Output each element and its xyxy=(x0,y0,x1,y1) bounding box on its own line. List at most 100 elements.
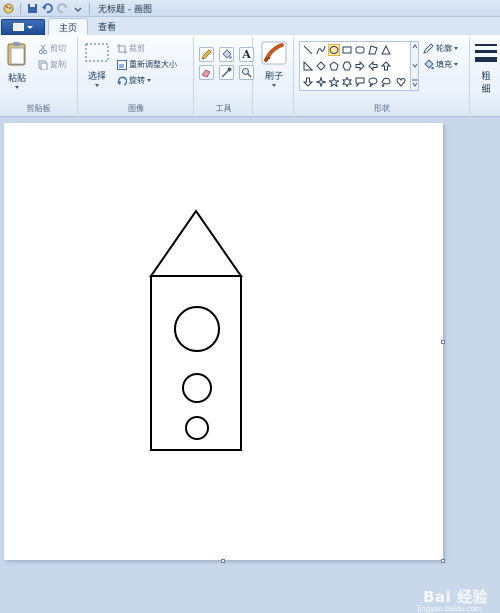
fill-button[interactable]: 填充 xyxy=(423,59,458,70)
paste-button[interactable]: 粘贴 xyxy=(6,41,28,89)
hexagon-shape-icon[interactable] xyxy=(341,60,353,72)
right-triangle-shape-icon[interactable] xyxy=(302,60,314,72)
polygon-shape-icon[interactable] xyxy=(367,44,379,56)
rocket-drawing xyxy=(149,209,243,451)
image-group: 选择 裁剪 重新调整大小 旋转 图像 xyxy=(79,37,194,115)
brushes-button[interactable]: 刷子 xyxy=(261,41,287,87)
fill-bucket-icon xyxy=(424,59,434,70)
brushes-group: 刷子 xyxy=(254,37,294,115)
roof-triangle xyxy=(149,209,243,277)
text-tool-glyph: A xyxy=(242,48,251,61)
paste-label: 粘贴 xyxy=(7,74,26,84)
small-circle xyxy=(185,416,209,440)
brushes-label: 刷子 xyxy=(264,72,283,82)
copy-button[interactable]: 复制 xyxy=(38,59,66,70)
cloud-callout-shape-icon[interactable] xyxy=(380,76,392,88)
separator xyxy=(89,2,90,14)
shapes-gallery xyxy=(299,41,411,91)
outline-label: 轮廓 xyxy=(436,44,452,53)
text-tool-icon[interactable]: A xyxy=(239,47,254,62)
separator xyxy=(20,2,21,14)
redo-icon[interactable] xyxy=(57,2,68,14)
pentagon-shape-icon[interactable] xyxy=(328,60,340,72)
rectangle-shape-icon[interactable] xyxy=(341,44,353,56)
oval-callout-shape-icon[interactable] xyxy=(367,76,379,88)
size-label-line1: 粗 xyxy=(481,72,491,82)
chevron-down-icon xyxy=(454,47,458,50)
file-menu-icon xyxy=(13,23,24,31)
copy-label: 复制 xyxy=(50,60,66,69)
resize-handle-corner[interactable] xyxy=(441,559,445,563)
rotate-label: 旋转 xyxy=(129,76,145,85)
curve-shape-icon[interactable] xyxy=(315,44,327,56)
cut-label: 剪切 xyxy=(50,44,66,53)
canvas-workspace: Bai 经验 jingyan.baidu.com xyxy=(0,117,500,613)
color-picker-icon[interactable] xyxy=(219,65,234,80)
scissors-icon xyxy=(38,44,48,54)
title-bar: 无标题 - 画图 xyxy=(0,0,500,17)
ribbon: 粘贴 剪切 复制 剪贴板 选择 裁剪 重新调整大小 旋转 图像 A 工具 刷子 … xyxy=(0,35,500,117)
paint-app-icon[interactable] xyxy=(3,3,14,14)
heart-shape-icon[interactable] xyxy=(395,76,407,88)
clipboard-icon xyxy=(7,42,26,66)
tab-view[interactable]: 查看 xyxy=(88,18,126,35)
selection-rectangle-icon xyxy=(85,43,109,62)
fill-bucket-icon[interactable] xyxy=(219,47,234,62)
window-title: 无标题 - 画图 xyxy=(98,4,152,15)
chevron-down-icon xyxy=(454,63,458,66)
pencil-icon[interactable] xyxy=(199,47,214,62)
tools-group: A 工具 xyxy=(195,37,254,115)
eraser-icon[interactable] xyxy=(199,65,214,80)
diamond-shape-icon[interactable] xyxy=(315,60,327,72)
right-arrow-shape-icon[interactable] xyxy=(354,60,366,72)
six-point-star-shape-icon[interactable] xyxy=(341,76,353,88)
watermark-url: jingyan.baidu.com xyxy=(417,605,482,613)
tab-home[interactable]: 主页 xyxy=(48,18,89,35)
undo-icon[interactable] xyxy=(42,2,53,14)
five-point-star-shape-icon[interactable] xyxy=(328,76,340,88)
line-shape-icon[interactable] xyxy=(302,44,314,56)
clipboard-group: 粘贴 剪切 复制 剪贴板 xyxy=(0,37,78,115)
large-circle xyxy=(174,306,220,352)
up-arrow-shape-icon[interactable] xyxy=(380,60,392,72)
down-arrow-shape-icon[interactable] xyxy=(302,76,314,88)
four-point-star-shape-icon[interactable] xyxy=(315,76,327,88)
tools-group-label: 工具 xyxy=(215,104,232,113)
resize-handle-bottom[interactable] xyxy=(221,559,225,563)
gallery-scroll-arrows-icon xyxy=(412,44,418,87)
copy-icon xyxy=(38,60,48,70)
resize-icon xyxy=(117,59,127,70)
customize-toolbar-chevron-icon[interactable] xyxy=(72,3,83,14)
crop-icon xyxy=(117,43,127,54)
shapes-gallery-scrollbar[interactable] xyxy=(411,41,419,91)
outline-pen-icon xyxy=(423,43,434,54)
select-button[interactable]: 选择 xyxy=(85,43,109,87)
size-button[interactable]: 粗 细 xyxy=(475,43,497,95)
rect-callout-shape-icon[interactable] xyxy=(354,76,366,88)
resize-button[interactable]: 重新调整大小 xyxy=(117,59,177,70)
chevron-down-icon xyxy=(147,79,151,82)
outline-button[interactable]: 轮廓 xyxy=(423,43,458,54)
ribbon-tab-row: 主页 查看 xyxy=(0,17,500,35)
watermark-logo: Bai 经验 xyxy=(423,588,488,606)
save-icon[interactable] xyxy=(27,3,38,14)
left-arrow-shape-icon[interactable] xyxy=(367,60,379,72)
triangle-shape-icon[interactable] xyxy=(380,44,392,56)
image-group-label: 图像 xyxy=(128,104,144,113)
rotate-button[interactable]: 旋转 xyxy=(117,75,151,86)
resize-handle-right[interactable] xyxy=(441,340,445,344)
fill-label: 填充 xyxy=(436,60,452,69)
magnifier-icon[interactable] xyxy=(239,65,254,80)
rounded-rectangle-shape-icon[interactable] xyxy=(354,44,366,56)
rotate-icon xyxy=(117,76,127,86)
oval-shape-icon[interactable] xyxy=(328,44,340,56)
drawing-canvas[interactable] xyxy=(4,123,443,560)
medium-circle xyxy=(182,373,212,403)
shapes-group-label: 形状 xyxy=(374,104,390,113)
chevron-down-icon xyxy=(272,84,276,87)
shapes-group: 轮廓 填充 形状 xyxy=(295,37,470,115)
crop-button[interactable]: 裁剪 xyxy=(117,43,145,54)
cut-button[interactable]: 剪切 xyxy=(38,43,66,54)
file-menu-button[interactable] xyxy=(1,19,45,35)
chevron-down-icon xyxy=(27,25,33,29)
